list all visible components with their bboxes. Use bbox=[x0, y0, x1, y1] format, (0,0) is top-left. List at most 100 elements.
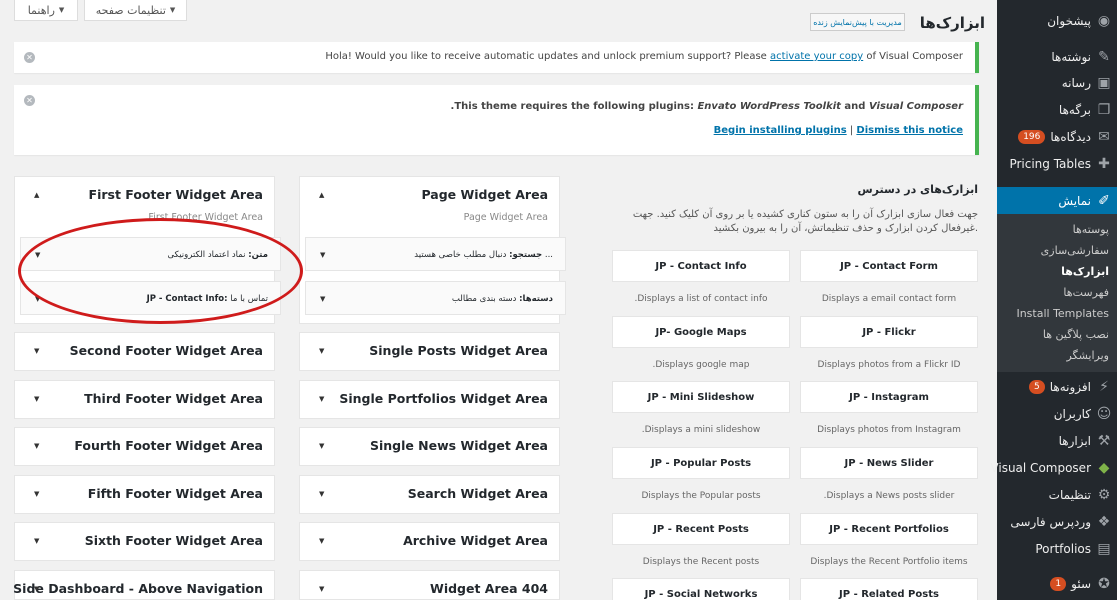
screen-options-label: تنظیمات صفحه bbox=[95, 3, 166, 17]
widget-contact-form[interactable]: JP - Contact Form bbox=[800, 250, 978, 282]
search-widget-area[interactable]: Search Widget Area ▼ bbox=[299, 475, 560, 514]
menu-posts[interactable]: نوشته‌ها ✎ bbox=[997, 44, 1117, 70]
expand-down-icon[interactable]: ▼ bbox=[320, 282, 325, 316]
first-footer-widget-area: First Footer Widget Area ▲ First Footer … bbox=[14, 176, 281, 324]
expand-down-icon[interactable]: ▼ bbox=[319, 381, 324, 417]
menu-label: پیشخوان bbox=[1047, 14, 1091, 28]
widget-popular-posts[interactable]: JP - Popular Posts bbox=[612, 447, 790, 479]
begin-installing-link[interactable]: Begin installing plugins bbox=[714, 125, 847, 136]
second-footer-widget-area[interactable]: Second Footer Widget Area ▼ bbox=[14, 332, 275, 371]
expand-down-icon[interactable]: ▼ bbox=[34, 333, 39, 369]
widget-area-title: Widget Area 404 bbox=[430, 581, 548, 596]
menu-seo[interactable]: 1 سئو ✪ bbox=[997, 571, 1117, 597]
widget-area-title: Archive Widget Area bbox=[403, 533, 548, 548]
submenu-menus[interactable]: فهرست‌ها bbox=[997, 282, 1109, 303]
widget-google-maps[interactable]: JP- Google Maps bbox=[612, 316, 790, 348]
placed-widget-type: جستجو: bbox=[509, 250, 543, 260]
menu-wp-farsi[interactable]: وردپرس فارسی ❖ bbox=[997, 509, 1117, 535]
manage-live-preview-button[interactable]: مدیریت با پیش‌نمایش زنده bbox=[810, 13, 905, 31]
fourth-footer-widget-area[interactable]: Fourth Footer Widget Area ▼ bbox=[14, 427, 275, 466]
expand-down-icon[interactable]: ▼ bbox=[319, 476, 324, 512]
close-icon[interactable]: ✕ bbox=[24, 95, 35, 106]
menu-dashboard[interactable]: پیشخوان ◉ bbox=[997, 8, 1117, 34]
brush-icon: ✐ bbox=[1098, 192, 1110, 209]
menu-comments[interactable]: 196 دیدگاه‌ها ✉ bbox=[997, 124, 1117, 150]
placed-widget-categories[interactable]: دسته‌ها: دسته بندی مطالب ▼ bbox=[305, 281, 566, 315]
fifth-footer-widget-area[interactable]: Fifth Footer Widget Area ▼ bbox=[14, 475, 275, 514]
help-button[interactable]: راهنما ▼ bbox=[14, 0, 78, 21]
placed-widget-text[interactable]: متن: نماد اعتماد الکترونیکی ▼ bbox=[20, 237, 281, 271]
expand-down-icon[interactable]: ▼ bbox=[35, 282, 40, 316]
widget-related-posts[interactable]: JP - Related Posts bbox=[800, 578, 978, 600]
menu-pages[interactable]: برگه‌ها ❐ bbox=[997, 97, 1117, 123]
placed-widget-title: تماس با ما bbox=[227, 294, 268, 304]
menu-label: نوشته‌ها bbox=[1051, 50, 1091, 64]
sixth-footer-widget-area[interactable]: Sixth Footer Widget Area ▼ bbox=[14, 522, 275, 561]
single-news-widget-area[interactable]: Single News Widget Area ▼ bbox=[299, 427, 560, 466]
expand-down-icon[interactable]: ▼ bbox=[320, 238, 325, 272]
menu-appearance[interactable]: نمایش ✐ bbox=[989, 187, 1117, 214]
menu-plugins[interactable]: 5 افزونه‌ها ⚡ bbox=[997, 374, 1117, 400]
menu-label: Pricing Tables bbox=[1009, 157, 1091, 171]
expand-down-icon[interactable]: ▼ bbox=[319, 523, 324, 559]
widget-mini-slideshow[interactable]: JP - Mini Slideshow bbox=[612, 381, 790, 413]
widget-instagram[interactable]: JP - Instagram bbox=[800, 381, 978, 413]
widget-news-slider[interactable]: JP - News Slider bbox=[800, 447, 978, 479]
expand-down-icon[interactable]: ▼ bbox=[319, 571, 324, 600]
menu-portfolios[interactable]: Portfolios ▤ bbox=[997, 536, 1117, 562]
expand-down-icon[interactable]: ▼ bbox=[34, 476, 39, 512]
expand-down-icon[interactable]: ▼ bbox=[34, 523, 39, 559]
screen-options-button[interactable]: تنظیمات صفحه ▼ bbox=[84, 0, 187, 21]
dismiss-notice-link[interactable]: Dismiss this notice bbox=[856, 125, 963, 136]
menu-settings[interactable]: تنظیمات ⚙ bbox=[997, 482, 1117, 508]
archive-widget-area[interactable]: Archive Widget Area ▼ bbox=[299, 522, 560, 561]
widget-flickr[interactable]: JP - Flickr bbox=[800, 316, 978, 348]
widget-area-title[interactable]: Page Widget Area bbox=[421, 177, 548, 213]
expand-down-icon[interactable]: ▼ bbox=[34, 428, 39, 464]
submenu-customize[interactable]: سفارشی‌سازی bbox=[997, 240, 1109, 261]
widget-recent-portfolios[interactable]: JP - Recent Portfolios bbox=[800, 513, 978, 545]
widget-description: .Displays a News posts slider bbox=[823, 491, 955, 501]
menu-label: سئو bbox=[1071, 577, 1091, 591]
expand-down-icon[interactable]: ▼ bbox=[319, 333, 324, 369]
submenu-editor[interactable]: ویرایشگر bbox=[997, 345, 1109, 366]
expand-down-icon[interactable]: ▼ bbox=[319, 428, 324, 464]
submenu-widgets[interactable]: ابزارک‌ها bbox=[997, 261, 1109, 282]
close-icon[interactable]: ✕ bbox=[24, 52, 35, 63]
menu-users[interactable]: کاربران ☺ bbox=[997, 401, 1117, 427]
plugin-icon: ⚡ bbox=[1099, 379, 1109, 395]
collapse-up-icon[interactable]: ▲ bbox=[34, 177, 39, 213]
menu-visual-composer[interactable]: Visual Composer ◆ bbox=[990, 455, 1117, 481]
menu-tools[interactable]: ابزارها ⚒ bbox=[997, 428, 1117, 454]
submenu-themes[interactable]: پوسته‌ها bbox=[997, 219, 1109, 240]
widget-description: Displays a email contact form bbox=[821, 294, 957, 304]
menu-label: افزونه‌ها bbox=[1049, 380, 1091, 394]
plus-icon: ✚ bbox=[1098, 156, 1110, 172]
expand-down-icon[interactable]: ▼ bbox=[35, 238, 40, 272]
activate-copy-link[interactable]: activate your copy bbox=[770, 51, 863, 62]
menu-pricing-tables[interactable]: Pricing Tables ✚ bbox=[997, 151, 1117, 177]
widget-area-title[interactable]: First Footer Widget Area bbox=[89, 177, 263, 213]
expand-down-icon[interactable]: ▼ bbox=[34, 381, 39, 417]
vc-icon: ◆ bbox=[1098, 460, 1110, 476]
third-footer-widget-area[interactable]: Third Footer Widget Area ▼ bbox=[14, 380, 275, 419]
collapse-up-icon[interactable]: ▲ bbox=[319, 177, 324, 213]
page-title: ابزارک‌ها bbox=[919, 14, 985, 32]
plugin-name: Envato WordPress Toolkit bbox=[697, 101, 841, 112]
single-portfolios-widget-area[interactable]: Single Portfolios Widget Area ▼ bbox=[299, 380, 560, 419]
widget-social-networks[interactable]: JP - Social Networks bbox=[612, 578, 790, 600]
placed-widget-contact-info[interactable]: JP - Contact Info: تماس با ما ▼ bbox=[20, 281, 281, 315]
expand-down-icon[interactable]: ▼ bbox=[34, 571, 39, 600]
seo-count-badge: 1 bbox=[1050, 577, 1067, 591]
widget-description: .Displays a mini slideshow bbox=[641, 425, 761, 435]
single-posts-widget-area[interactable]: Single Posts Widget Area ▼ bbox=[299, 332, 560, 371]
widget-area-404[interactable]: Widget Area 404 ▼ bbox=[299, 570, 560, 600]
side-dashboard-widget-area[interactable]: Side Dashboard - Above Navigation ▼ bbox=[13, 570, 275, 600]
submenu-install-plugins[interactable]: نصب پلاگین ها bbox=[997, 324, 1109, 345]
widget-recent-posts[interactable]: JP - Recent Posts bbox=[612, 513, 790, 545]
placed-widget-search[interactable]: جستجو: دنبال مطلب خاصی هستید ... ▼ bbox=[305, 237, 566, 271]
menu-media[interactable]: رسانه ▣ bbox=[997, 70, 1117, 96]
submenu-install-templates[interactable]: Install Templates bbox=[997, 303, 1109, 324]
menu-label: Visual Composer bbox=[990, 461, 1091, 475]
widget-contact-info[interactable]: JP - Contact Info bbox=[612, 250, 790, 282]
